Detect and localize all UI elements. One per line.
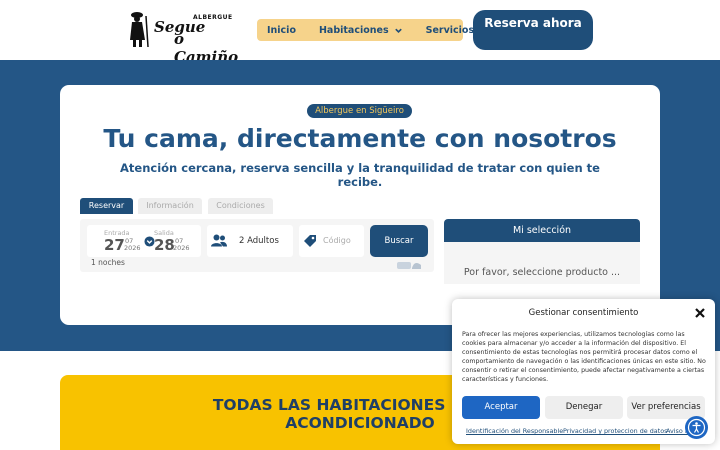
- chevron-down-icon: [394, 28, 402, 33]
- reserve-now-button[interactable]: Reserva ahora: [473, 10, 593, 50]
- hero-subtitle: Atención cercana, reserva sencilla y la …: [120, 161, 600, 189]
- nav-item-habitaciones[interactable]: Habitaciones: [319, 25, 403, 36]
- checkout-day: 28: [154, 236, 175, 254]
- site-header: Segue ALBERGUE o Camiño Inicio Habitacio…: [0, 0, 720, 66]
- selection-header: Mi selección: [444, 219, 640, 242]
- deny-cookies-button[interactable]: Denegar: [545, 396, 623, 419]
- pilgrim-logo-icon: [130, 12, 149, 48]
- location-badge: Albergue en Sigüeiro: [307, 104, 412, 118]
- logo-text-small: ALBERGUE: [193, 14, 233, 21]
- tag-icon: [304, 235, 316, 247]
- nights-count: 1 noches: [91, 258, 125, 267]
- guests-value: 2 Adultos: [239, 236, 279, 246]
- checkin-year: 2026: [124, 244, 141, 252]
- search-button[interactable]: Buscar: [370, 225, 428, 257]
- cookie-dialog-text: Para ofrecer las mejores experiencias, u…: [462, 331, 706, 383]
- main-nav: Inicio Habitaciones Servicios: [257, 19, 474, 41]
- nav-item-inicio[interactable]: Inicio: [267, 25, 296, 36]
- site-logo[interactable]: Segue ALBERGUE o Camiño: [126, 10, 238, 66]
- accessibility-button[interactable]: [685, 416, 708, 439]
- tab-informacion[interactable]: Información: [138, 198, 202, 214]
- accessibility-icon: [687, 418, 706, 437]
- selection-empty-text: Por favor, seleccione producto ...: [463, 267, 621, 278]
- responsible-link[interactable]: Identificación del Responsable: [466, 427, 563, 435]
- checkout-year: 2026: [173, 244, 190, 252]
- close-icon[interactable]: [693, 306, 707, 320]
- cookie-dialog-title: Gestionar consentimiento: [528, 308, 639, 318]
- checkin-day: 27: [104, 236, 125, 254]
- nav-item-habitaciones-label: Habitaciones: [318, 24, 389, 36]
- nav-item-servicios[interactable]: Servicios: [426, 25, 475, 36]
- promo-code-input[interactable]: [323, 234, 361, 246]
- people-icon: [211, 234, 227, 247]
- accept-cookies-button[interactable]: Aceptar: [462, 396, 540, 419]
- booking-engine-logo-icon: [397, 262, 421, 269]
- hero-title: Tu cama, directamente con nosotros: [103, 124, 617, 153]
- tab-reservar[interactable]: Reservar: [80, 198, 133, 214]
- tab-condiciones[interactable]: Condiciones: [208, 198, 273, 214]
- privacy-link[interactable]: Privacidad y proteccion de datos: [563, 427, 667, 435]
